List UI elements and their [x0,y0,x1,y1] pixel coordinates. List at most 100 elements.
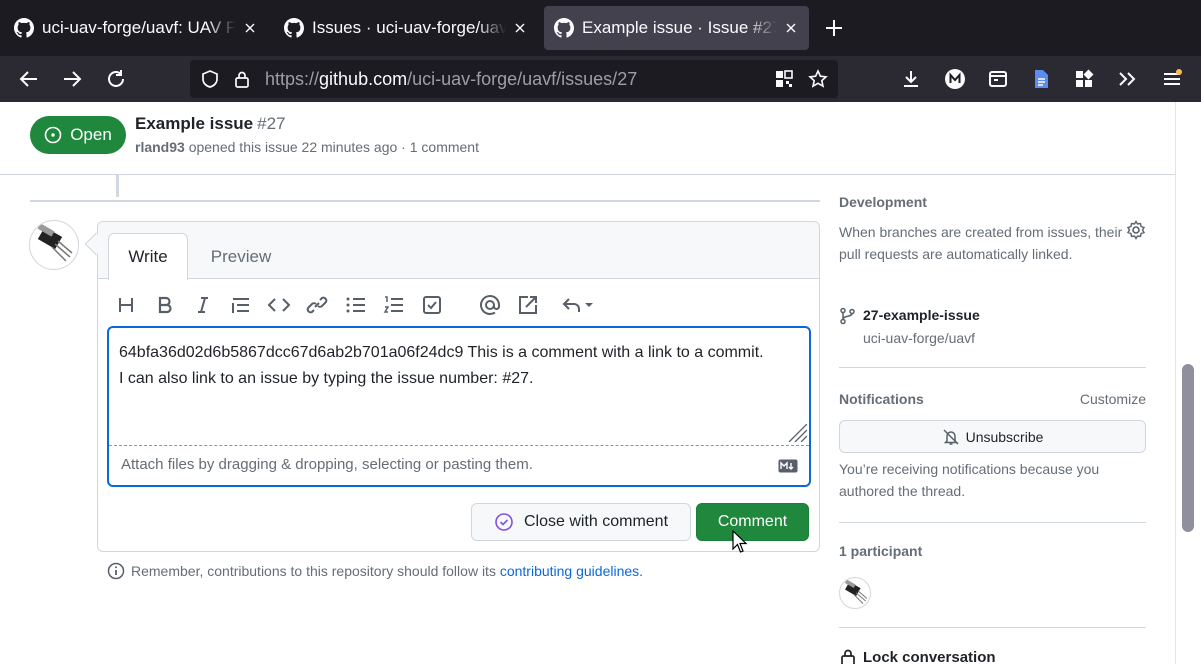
contributing-guidelines-link[interactable]: contributing guidelines [500,563,639,579]
timeline-line [116,175,119,197]
github-icon [14,18,34,38]
screenshot-icon[interactable] [986,67,1010,91]
unsubscribe-label: Unsubscribe [965,428,1044,445]
lock-conversation-label: Lock conversation [863,648,996,664]
sticky-issue-header: Open Example issue #27 rland93 opened thi… [0,102,1175,175]
task-list-icon[interactable] [420,293,444,317]
downloads-icon[interactable] [899,67,923,91]
close-icon[interactable] [242,20,258,36]
numbered-list-icon[interactable] [382,293,406,317]
bulleted-list-icon[interactable] [344,293,368,317]
issue-author-link[interactable]: rland93 [135,139,185,155]
tab-title: Example issue · Issue #27 · [582,18,777,37]
close-with-comment-label: Close with comment [523,513,669,530]
bell-slash-icon [943,428,959,445]
git-branch-icon [840,307,855,325]
document-icon[interactable] [1029,67,1053,91]
unsubscribe-button[interactable]: Unsubscribe [839,420,1146,453]
address-bar[interactable]: https://github.com/uci-uav-forge/uavf/is… [190,60,838,98]
github-icon [284,18,304,38]
participant-avatar[interactable] [839,577,871,609]
browser-tab-issues[interactable]: Issues · uci-uav-forge/uavf [274,6,538,50]
attach-files-hint[interactable]: Attach files by dragging & dropping, sel… [121,456,533,473]
resize-grip-icon[interactable] [785,424,807,442]
heading-icon[interactable] [114,293,138,317]
comment-textarea[interactable]: 64bfa36d02d6b5867dcc67d6ab2b701a06f24dc9… [107,326,811,487]
contributing-note: Remember, contributions to this reposito… [107,562,643,580]
link-icon[interactable] [305,293,329,317]
shield-icon[interactable] [200,69,220,89]
transistor-avatar-icon [37,223,73,262]
qr-code-icon[interactable] [774,69,794,89]
notification-reason: You’re receiving notifications because y… [839,461,1100,499]
participants-heading: 1 participant [839,543,923,559]
markdown-icon[interactable] [778,459,798,473]
user-avatar[interactable] [29,220,79,270]
comment-submit-button[interactable]: Comment [696,503,809,541]
tab-preview[interactable]: Preview [198,233,284,280]
back-arrow-icon[interactable] [17,67,41,91]
transistor-avatar-icon [844,579,868,604]
issue-state-label: Open [70,125,112,144]
guidelines-suffix: . [639,563,644,579]
browser-tab-bar: uci-uav-forge/uavf: UAV Fo Issues · uci-… [0,0,1201,56]
github-issue-page: Open Example issue #27 rland93 opened thi… [0,102,1201,664]
reload-icon[interactable] [104,67,128,91]
bold-icon[interactable] [153,293,177,317]
issue-meta-text: opened this issue 22 minutes ago · 1 com… [188,139,479,155]
mention-icon[interactable] [478,293,502,317]
account-m-icon[interactable] [943,67,967,91]
hamburger-menu-icon[interactable] [1160,67,1184,91]
url-text[interactable]: https://github.com/uci-uav-forge/uavf/is… [265,69,637,90]
italic-icon[interactable] [191,293,215,317]
sidebar-separator [839,627,1146,628]
close-with-comment-button[interactable]: Close with comment [471,503,691,541]
comment-text[interactable]: 64bfa36d02d6b5867dcc67d6ab2b701a06f24dc9… [119,340,805,392]
browser-tab-repo[interactable]: uci-uav-forge/uavf: UAV Fo [4,6,268,50]
bookmark-star-icon[interactable] [808,69,828,89]
close-icon[interactable] [783,20,799,36]
sidebar-separator [839,522,1146,523]
issue-number: #27 [257,114,286,133]
extensions-icon[interactable] [1072,67,1096,91]
development-description: When branches are created from issues, t… [839,224,1123,262]
development-heading[interactable]: Development [839,194,927,210]
code-icon[interactable] [267,293,291,317]
lock-conversation-button[interactable]: Lock conversation [839,648,996,664]
github-icon [554,18,574,38]
comment-text-line: 64bfa36d02d6b5867dcc67d6ab2b701a06f24dc9… [119,344,764,361]
tab-title: uci-uav-forge/uavf: UAV Fo [42,18,236,37]
new-comment-form: Write Preview 64bfa36d02d6b5867dcc67d6ab… [97,221,820,552]
reference-icon[interactable] [516,293,540,317]
issue-closed-icon [495,513,513,531]
reply-icon[interactable] [561,293,597,317]
quote-icon[interactable] [229,293,253,317]
tab-title: Issues · uci-uav-forge/uavf [312,18,506,37]
url-path: /uci-uav-forge/uavf/issues/27 [407,69,638,89]
comment-tabs-header: Write Preview [98,222,819,280]
comment-button-label: Comment [717,513,788,530]
browser-tab-active-issue[interactable]: Example issue · Issue #27 · [544,6,809,50]
issue-state-badge: Open [30,116,126,154]
issue-sidebar: Development When branches are created fr… [839,102,1146,664]
issue-opened-icon [44,126,62,144]
close-icon[interactable] [512,20,528,36]
lock-icon[interactable] [232,69,252,89]
overflow-chevrons-icon[interactable] [1115,67,1139,91]
linked-branch-name[interactable]: 27-example-issue [863,307,980,323]
tab-write[interactable]: Write [108,233,188,280]
info-icon [107,562,125,580]
issue-title: Example issue #27 [135,114,286,134]
markdown-toolbar [108,290,808,320]
issue-title-text: Example issue [135,114,254,133]
customize-notifications-link[interactable]: Customize [1080,391,1146,407]
scrollbar-thumb[interactable] [1182,364,1194,532]
forward-arrow-icon[interactable] [60,67,84,91]
issue-meta: rland93 opened this issue 22 minutes ago… [135,139,479,155]
new-tab-plus-icon[interactable] [822,16,846,40]
url-host: github.com [319,69,408,89]
comment-text-line: I can also link to an issue by typing th… [119,370,534,387]
page-scrollbar[interactable] [1175,102,1201,664]
url-scheme: https:// [265,69,320,89]
lock-icon [841,649,855,664]
